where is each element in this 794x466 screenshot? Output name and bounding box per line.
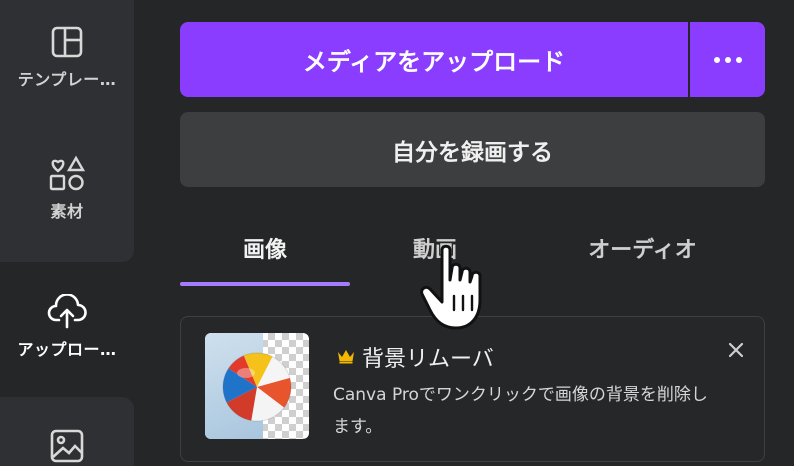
sidebar-item-uploads[interactable]: アップロー…: [0, 292, 134, 360]
more-dots-icon: [735, 56, 742, 63]
sidebar-item-elements[interactable]: 素材: [0, 154, 134, 222]
template-layout-icon: [47, 22, 87, 62]
sidebar-item-photos[interactable]: [0, 426, 134, 466]
close-icon: [728, 342, 744, 358]
more-options-button[interactable]: [690, 22, 765, 97]
promo-title-row: 背景リムーバ: [336, 341, 494, 373]
tab-audio[interactable]: オーディオ: [520, 228, 765, 268]
elements-shapes-icon: [47, 154, 87, 194]
more-dots-icon: [724, 56, 731, 63]
photos-image-icon: [47, 426, 87, 466]
promo-title: 背景リムーバ: [362, 347, 494, 372]
upload-media-button[interactable]: メディアをアップロード: [180, 22, 688, 97]
beach-ball-thumbnail: [205, 333, 309, 439]
close-promo-button[interactable]: [723, 337, 749, 363]
sidebar-item-label: 素材: [50, 202, 84, 221]
tab-images[interactable]: 画像: [180, 228, 350, 268]
tab-videos[interactable]: 動画: [350, 228, 520, 268]
side-navigation: テンプレー… 素材 アップロー…: [0, 0, 136, 466]
sidebar-item-templates[interactable]: テンプレー…: [0, 22, 134, 90]
sidebar-item-label: テンプレー…: [17, 70, 117, 89]
crown-icon: [336, 345, 356, 370]
cloud-upload-icon: [47, 292, 87, 332]
background-remover-promo-card[interactable]: 背景リムーバ Canva Proでワンクリックで画像の背景を削除します。: [180, 316, 765, 462]
active-tab-indicator: [180, 282, 350, 286]
more-dots-icon: [713, 56, 720, 63]
record-yourself-button[interactable]: 自分を録画する: [180, 112, 765, 187]
sidebar-item-label: アップロー…: [17, 340, 117, 359]
beach-ball-image: [222, 352, 292, 422]
promo-description: Canva Proでワンクリックで画像の背景を削除します。: [333, 385, 708, 437]
